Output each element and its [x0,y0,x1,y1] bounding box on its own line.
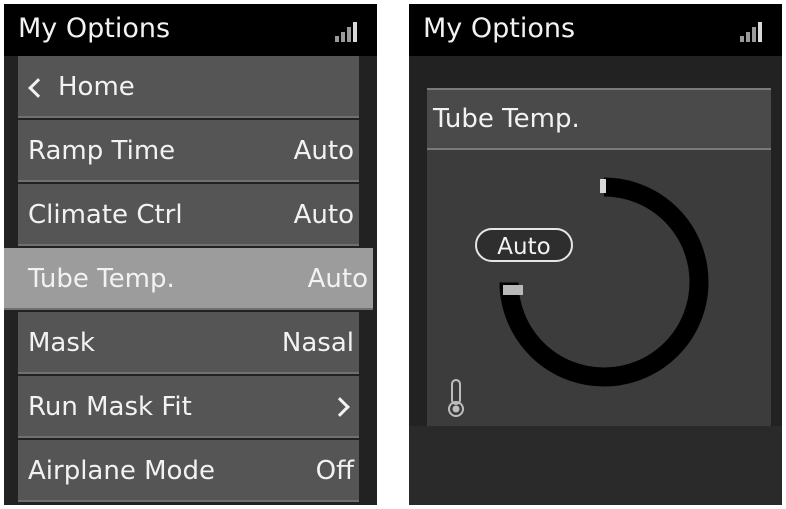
menu-item-ramp-time[interactable]: Ramp Time Auto [18,120,359,182]
panel-title: Tube Temp. [433,104,580,134]
panel-header: Tube Temp. [427,88,771,150]
menu-item-label: Ramp Time [28,136,176,166]
menu-item-label: Airplane Mode [28,456,215,486]
menu-item-value: Auto [307,264,368,294]
menu-item-airplane-mode[interactable]: Airplane Mode Off [18,440,359,502]
thermometer-icon [448,379,464,417]
dial-position-marker [503,285,523,295]
setting-panel: Tube Temp. Auto [427,88,771,426]
menu-item-value: Off [315,456,354,486]
screen-title: My Options [423,13,576,44]
menu-item-climate-ctrl[interactable]: Climate Ctrl Auto [18,184,359,246]
lower-area [409,426,782,505]
menu-item-mask[interactable]: Mask Nasal [18,312,359,374]
dial-start-marker [600,179,606,193]
setting-value-badge: Auto [475,228,573,262]
menu-item-label: Home [58,72,135,102]
chevron-left-icon [28,78,48,98]
menu-item-run-mask-fit[interactable]: Run Mask Fit [18,376,359,438]
menu-item-value: Nasal [281,328,354,358]
tube-temp-screen: My Options Tube Temp. Auto [409,4,782,505]
menu-item-label: Climate Ctrl [28,200,183,230]
screen-title: My Options [18,13,171,44]
menu-item-tube-temp[interactable]: Tube Temp. Auto [4,248,373,310]
menu-item-value: Auto [293,136,354,166]
header-bar: My Options [4,4,377,56]
temperature-dial[interactable] [479,160,729,400]
menu-item-label: Tube Temp. [28,264,175,294]
menu-item-label: Run Mask Fit [28,392,192,422]
chevron-right-icon [330,397,350,417]
header-bar: My Options [409,4,782,56]
menu-item-value: Auto [293,200,354,230]
signal-icon [335,20,363,42]
options-menu-screen: My Options Home Ramp Time Auto Climate C… [4,4,377,505]
menu-item-label: Mask [28,328,95,358]
menu-item-home[interactable]: Home [18,56,359,118]
signal-icon [740,20,768,42]
